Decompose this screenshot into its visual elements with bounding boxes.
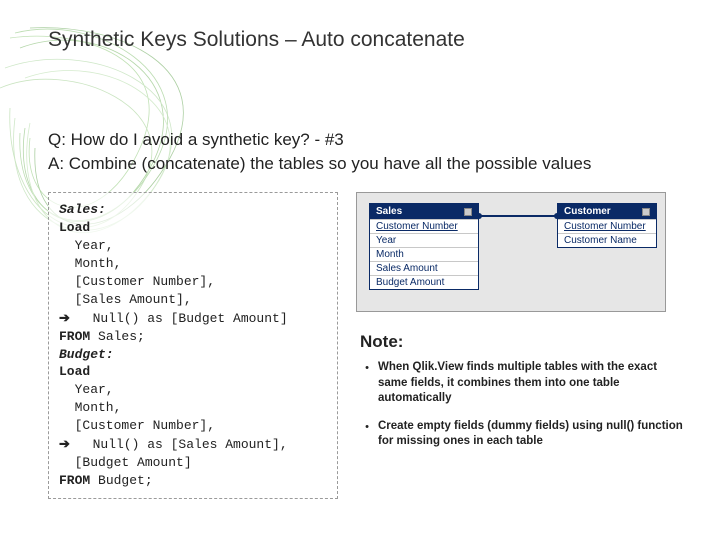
note-text: When Qlik.View finds multiple tables wit… xyxy=(378,360,690,407)
code-kw: FROM xyxy=(59,473,90,488)
code-text: Null() as [Sales Amount], xyxy=(77,436,288,454)
question-text: Q: How do I avoid a synthetic key? - #3 xyxy=(48,130,690,150)
slide-title: Synthetic Keys Solutions – Auto concaten… xyxy=(48,28,690,52)
diagram-field: Year xyxy=(370,233,478,247)
diagram-field: Budget Amount xyxy=(370,275,478,289)
diagram-table-header: Sales xyxy=(370,204,478,219)
code-text: Budget; xyxy=(90,473,152,488)
code-block: Sales: Load Year, Month, [Customer Numbe… xyxy=(48,192,338,499)
slide: Synthetic Keys Solutions – Auto concaten… xyxy=(0,0,720,540)
arrow-icon: ➔ xyxy=(59,309,77,327)
table-diagram: Sales Customer Number Year Month Sales A… xyxy=(356,192,666,312)
right-column: Sales Customer Number Year Month Sales A… xyxy=(356,192,690,499)
code-line: [Customer Number], xyxy=(59,417,327,435)
code-line: Month, xyxy=(59,399,327,417)
bullet-icon: • xyxy=(356,360,378,407)
arrow-icon: ➔ xyxy=(59,435,77,453)
notes-list: • When Qlik.View finds multiple tables w… xyxy=(356,360,690,462)
diagram-connector xyxy=(479,215,557,217)
notes-heading: Note: xyxy=(360,332,690,352)
diagram-table-title: Sales xyxy=(376,206,402,217)
diagram-field: Customer Number xyxy=(558,219,656,233)
code-line: Sales: xyxy=(59,201,327,219)
code-line: Budget: xyxy=(59,346,327,364)
diagram-table-customer: Customer Customer Number Customer Name xyxy=(557,203,657,248)
window-box-icon xyxy=(464,208,472,216)
diagram-field: Sales Amount xyxy=(370,261,478,275)
diagram-field: Customer Name xyxy=(558,233,656,247)
code-line: [Budget Amount] xyxy=(59,454,327,472)
diagram-table-sales: Sales Customer Number Year Month Sales A… xyxy=(369,203,479,290)
diagram-field: Month xyxy=(370,247,478,261)
connector-dot-icon xyxy=(476,213,482,219)
code-line: [Sales Amount], xyxy=(59,291,327,309)
code-line: [Customer Number], xyxy=(59,273,327,291)
code-text: Null() as [Budget Amount] xyxy=(77,310,288,328)
window-box-icon xyxy=(642,208,650,216)
code-line: Month, xyxy=(59,255,327,273)
bullet-icon: • xyxy=(356,419,378,450)
code-line: FROM Sales; xyxy=(59,328,327,346)
content-columns: Sales: Load Year, Month, [Customer Numbe… xyxy=(48,192,690,499)
code-line: Year, xyxy=(59,381,327,399)
diagram-table-header: Customer xyxy=(558,204,656,219)
code-line: FROM Budget; xyxy=(59,472,327,490)
note-text: Create empty fields (dummy fields) using… xyxy=(378,419,690,450)
code-line: Year, xyxy=(59,237,327,255)
code-line-arrow: ➔ Null() as [Budget Amount] xyxy=(59,309,327,328)
diagram-table-title: Customer xyxy=(564,206,611,217)
answer-text: A: Combine (concatenate) the tables so y… xyxy=(48,154,690,174)
code-kw: FROM xyxy=(59,329,90,344)
note-item: • When Qlik.View finds multiple tables w… xyxy=(356,360,690,407)
note-item: • Create empty fields (dummy fields) usi… xyxy=(356,419,690,450)
code-line: Load xyxy=(59,363,327,381)
diagram-field: Customer Number xyxy=(370,219,478,233)
code-text: Sales; xyxy=(90,329,145,344)
code-line: Load xyxy=(59,219,327,237)
code-line-arrow: ➔ Null() as [Sales Amount], xyxy=(59,435,327,454)
qa-block: Q: How do I avoid a synthetic key? - #3 … xyxy=(48,130,690,174)
